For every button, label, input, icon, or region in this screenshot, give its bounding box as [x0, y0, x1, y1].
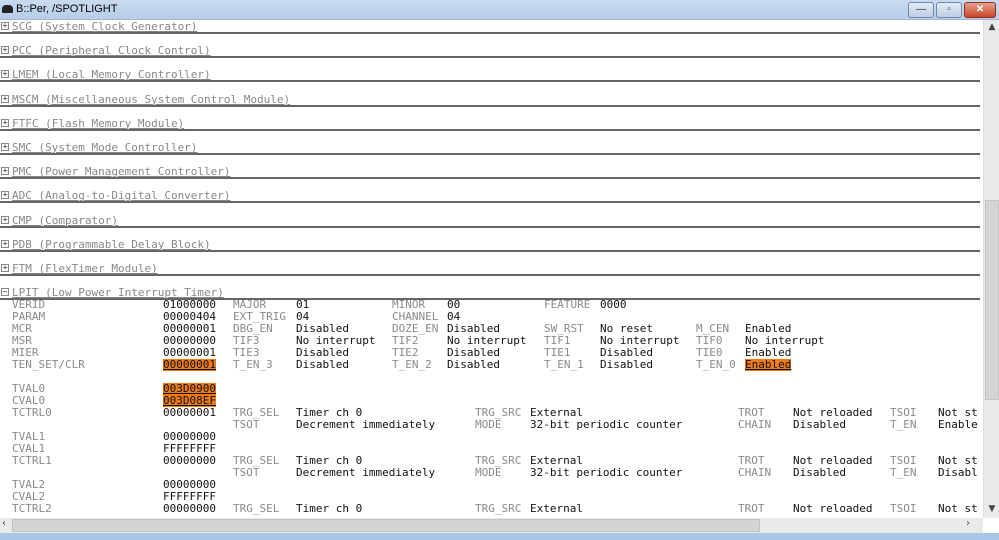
section-lpit[interactable]: − LPIT (Low Power Interrupt Timer) [0, 286, 980, 301]
section-label[interactable]: ADC (Analog-to-Digital Converter) [12, 189, 231, 202]
expand-icon[interactable]: + [1, 239, 9, 248]
expand-icon[interactable]: + [1, 70, 9, 79]
expand-icon[interactable]: + [1, 264, 9, 272]
field-label: T_EN_2 [392, 358, 432, 371]
field-value[interactable]: Enabled [745, 359, 792, 371]
close-button[interactable]: ✕ [964, 2, 996, 18]
field-value[interactable]: 0000 [600, 299, 627, 311]
section-smc[interactable]: + SMC (System Mode Controller) [0, 141, 980, 155]
field-label: T_EN [890, 418, 917, 431]
section-pdb[interactable]: + PDB (Programmable Delay Block) [0, 238, 980, 252]
section-scg[interactable]: + SCG (System Clock Generator) [0, 20, 980, 34]
vertical-scroll-thumb[interactable] [985, 200, 999, 400]
field-value[interactable]: External [530, 503, 583, 515]
field-label: FEATURE [544, 298, 591, 311]
section-label[interactable]: SMC (System Mode Controller) [12, 141, 197, 154]
scroll-down-icon[interactable]: ▼ [984, 504, 999, 518]
register-value[interactable]: 00000000 [163, 455, 216, 467]
section-adc[interactable]: + ADC (Analog-to-Digital Converter) [0, 189, 980, 204]
field-label: T_EN_1 [544, 358, 584, 371]
window-frame [0, 533, 999, 540]
field-label: T_EN [890, 466, 917, 479]
section-label[interactable]: FTM (FlexTimer Module) [12, 262, 158, 275]
field-label: MODE [475, 466, 502, 479]
field-label: MODE [475, 418, 502, 431]
expand-icon[interactable]: + [1, 22, 9, 30]
section-mscm[interactable]: + MSCM (Miscellaneous System Control Modu… [0, 93, 980, 107]
field-value[interactable]: Timer ch 0 [296, 503, 362, 515]
expand-icon[interactable]: + [1, 191, 9, 200]
section-pcc[interactable]: + PCC (Peripheral Clock Control) [0, 44, 980, 59]
field-value[interactable]: Decrement immediately [296, 419, 435, 431]
field-label: TSOT [233, 466, 260, 479]
register-value[interactable]: 00000001 [163, 359, 216, 371]
field-label: TROT [738, 502, 765, 515]
field-label: CHAIN [738, 418, 772, 431]
section-label[interactable]: LMEM (Local Memory Controller) [12, 68, 211, 81]
expand-icon[interactable]: + [1, 94, 9, 103]
expand-icon[interactable]: + [1, 46, 9, 55]
collapse-icon[interactable]: − [1, 288, 9, 297]
section-label[interactable]: SCG (System Clock Generator) [12, 20, 197, 33]
field-value[interactable]: Not st [938, 503, 978, 515]
field-value[interactable]: Disabled [793, 467, 846, 479]
register-name: TCTRL2 [12, 502, 52, 515]
expand-icon[interactable]: + [1, 167, 9, 176]
register-name: TCTRL1 [12, 454, 52, 467]
field-value[interactable]: Decrement immediately [296, 467, 435, 479]
window-title: B::Per, /SPOTLIGHT [16, 3, 118, 15]
field-label: T_EN_3 [233, 358, 273, 371]
expand-icon[interactable]: + [1, 215, 9, 224]
field-value[interactable]: 32-bit periodic counter [530, 467, 682, 479]
expand-icon[interactable]: + [1, 118, 9, 127]
field-label: TRG_SEL [233, 502, 280, 515]
field-value[interactable]: Disabl [938, 467, 978, 479]
minimize-button[interactable]: — [908, 2, 934, 18]
field-value[interactable]: Disabled [793, 419, 846, 431]
section-label[interactable]: FTFC (Flash Memory Module) [12, 117, 184, 130]
field-label: T_EN_0 [696, 358, 736, 371]
field-value[interactable]: Not reloaded [793, 503, 872, 515]
app-icon [2, 5, 13, 13]
section-pmc[interactable]: + PMC (Power Management Controller) [0, 165, 980, 180]
section-label[interactable]: MSCM (Miscellaneous System Control Modul… [12, 93, 290, 106]
section-label[interactable]: PCC (Peripheral Clock Control) [12, 44, 211, 57]
section-label[interactable]: PMC (Power Management Controller) [12, 165, 231, 178]
field-label: TRG_SRC [475, 502, 522, 515]
section-label[interactable]: PDB (Programmable Delay Block) [12, 238, 211, 251]
vertical-scrollbar[interactable]: ▲ ▼ [983, 20, 999, 518]
field-value[interactable]: Enable [938, 419, 978, 431]
section-lmem[interactable]: + LMEM (Local Memory Controller) [0, 68, 980, 83]
section-ftfc[interactable]: + FTFC (Flash Memory Module) [0, 117, 980, 131]
field-label: CHAIN [738, 466, 772, 479]
expand-icon[interactable]: + [1, 143, 9, 151]
horizontal-scrollbar[interactable]: ‹ › [0, 518, 983, 533]
field-value[interactable]: Disabled [296, 359, 349, 371]
horizontal-scroll-thumb[interactable] [12, 519, 760, 532]
field-value[interactable]: 32-bit periodic counter [530, 419, 682, 431]
register-value[interactable]: 00000000 [163, 503, 216, 515]
field-label: TSOT [233, 418, 260, 431]
section-ftm[interactable]: + FTM (FlexTimer Module) [0, 262, 980, 276]
peripheral-view: + SCG (System Clock Generator) + PCC (Perip… [0, 20, 983, 518]
section-cmp[interactable]: + CMP (Comparator) [0, 214, 980, 228]
field-label: TSOI [890, 502, 917, 515]
field-value[interactable]: Disabled [447, 359, 500, 371]
field-value[interactable]: Disabled [600, 359, 653, 371]
scroll-right-icon[interactable]: › [966, 518, 978, 529]
register-name: TEN_SET/CLR [12, 358, 85, 371]
register-value[interactable]: 00000001 [163, 407, 216, 419]
title-bar: B::Per, /SPOTLIGHT — ▫ ✕ [0, 0, 999, 20]
register-name: TCTRL0 [12, 406, 52, 419]
section-label[interactable]: CMP (Comparator) [12, 214, 118, 227]
maximize-button[interactable]: ▫ [936, 2, 962, 18]
scroll-up-icon[interactable]: ▲ [984, 22, 999, 36]
